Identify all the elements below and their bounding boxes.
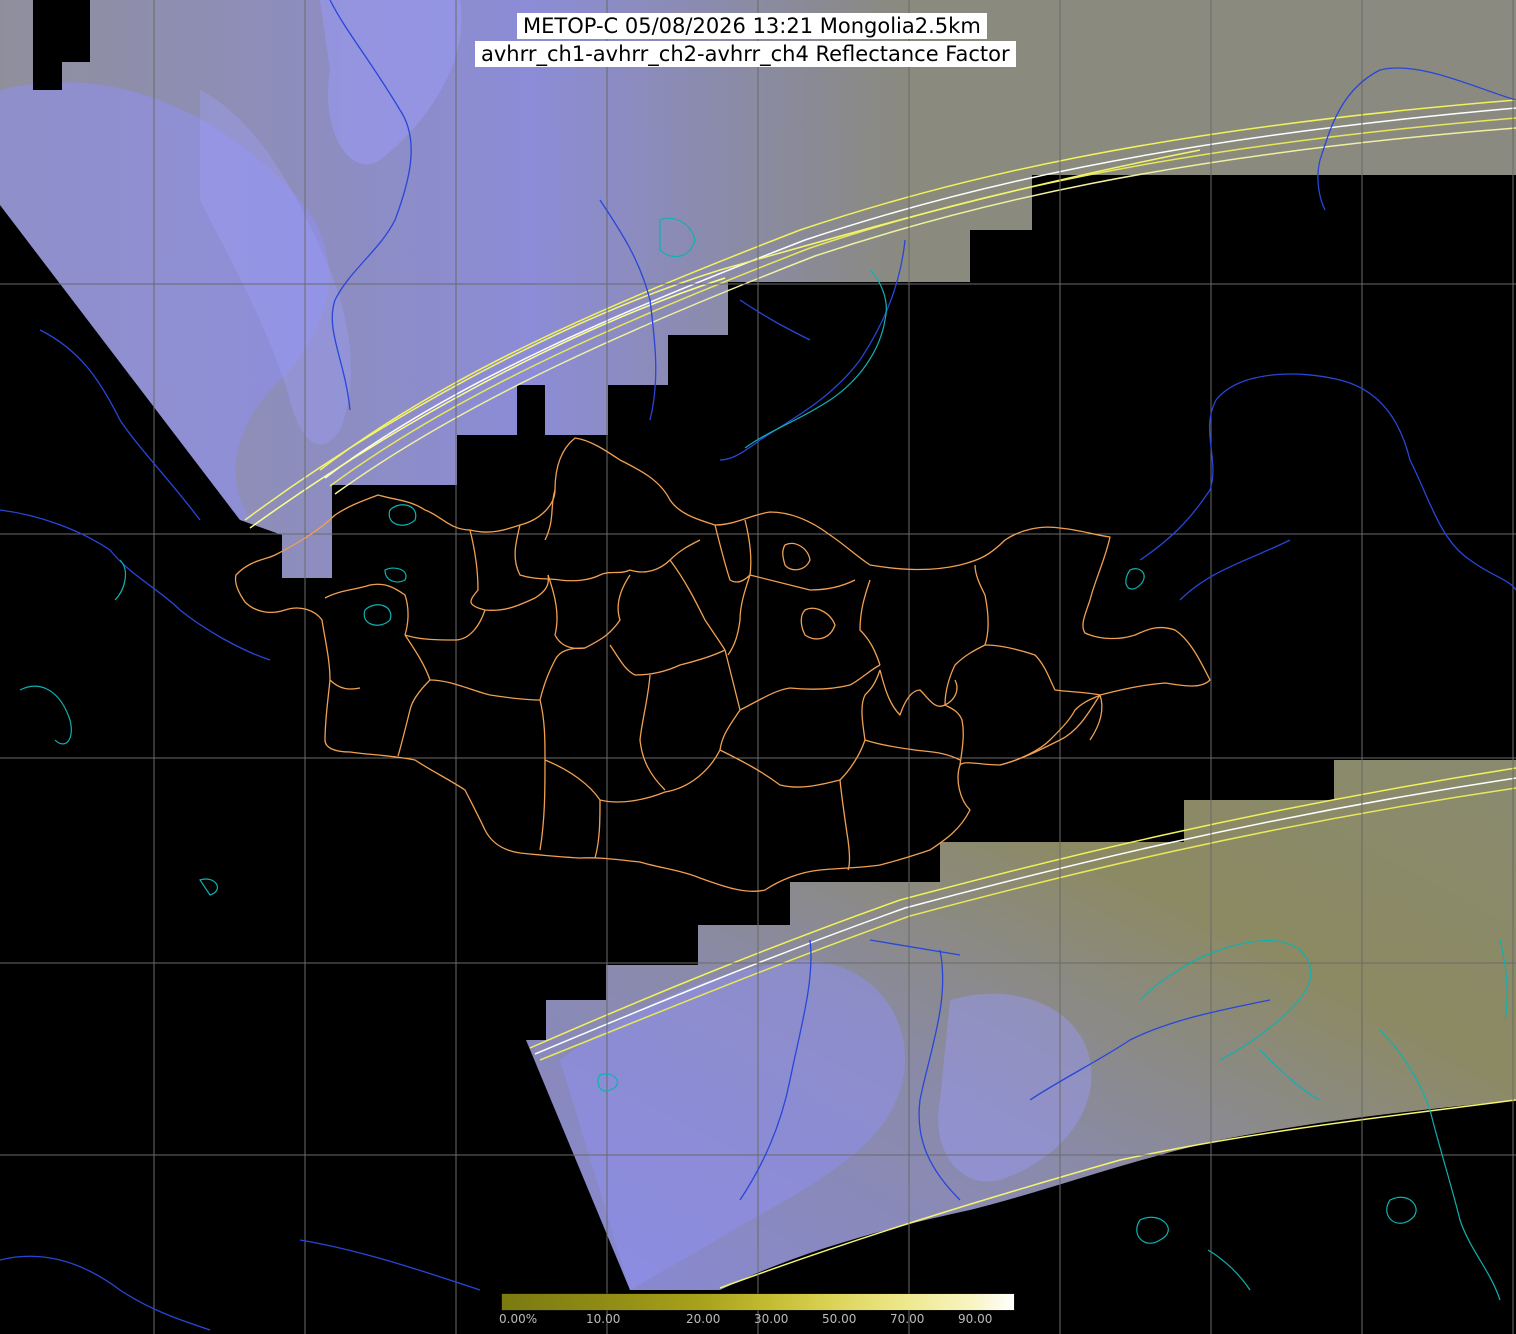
colorbar-segment bbox=[602, 1294, 702, 1310]
colorbar-label: 70.00 bbox=[890, 1312, 925, 1326]
colorbar-label: 10.00 bbox=[586, 1312, 621, 1326]
colorbar-label: 30.00 bbox=[754, 1312, 789, 1326]
satellite-map bbox=[0, 0, 1516, 1334]
colorbar-segment bbox=[702, 1294, 770, 1310]
colorbar-label: 0.00% bbox=[499, 1312, 538, 1326]
colorbar-label: 20.00 bbox=[686, 1312, 721, 1326]
colorbar-label: 50.00 bbox=[822, 1312, 857, 1326]
map-title-line1: METOP-C 05/08/2026 13:21 Mongolia2.5km bbox=[517, 13, 987, 39]
colorbar-segment bbox=[770, 1294, 838, 1310]
colorbar-segment bbox=[906, 1294, 974, 1310]
colorbar bbox=[502, 1294, 1014, 1310]
colorbar-segment bbox=[974, 1294, 1014, 1310]
map-title-line2: avhrr_ch1-avhrr_ch2-avhrr_ch4 Reflectanc… bbox=[475, 41, 1016, 67]
colorbar-label: 90.00 bbox=[958, 1312, 993, 1326]
colorbar-segment bbox=[838, 1294, 906, 1310]
colorbar-segment bbox=[502, 1294, 602, 1310]
